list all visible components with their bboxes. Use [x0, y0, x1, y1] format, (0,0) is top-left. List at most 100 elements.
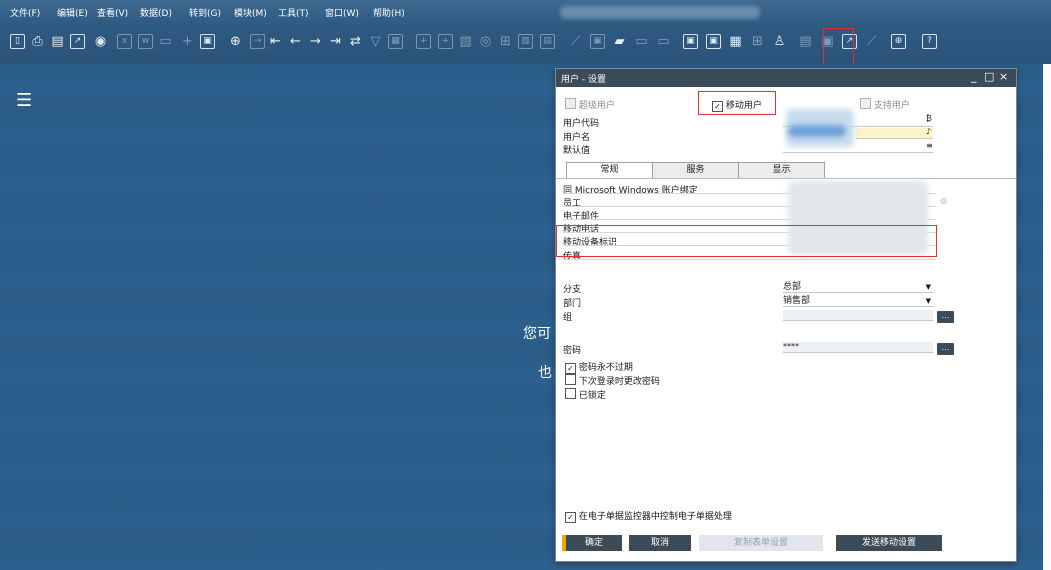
menu-icon[interactable]: ☰	[16, 92, 32, 110]
support-user-checkbox-box[interactable]	[860, 98, 871, 109]
superuser-checkbox-box[interactable]	[565, 98, 576, 109]
defaults-label: 默认值	[563, 146, 591, 156]
journal-icon[interactable]: ▧	[458, 34, 473, 49]
user-settings-icon[interactable]: ♙	[772, 34, 787, 49]
excel-icon[interactable]: x	[117, 34, 132, 49]
base-doc-icon[interactable]: +	[416, 34, 431, 49]
department-value: 销售部	[783, 296, 811, 306]
calculator-icon[interactable]: ▦	[728, 34, 743, 49]
minimize-icon[interactable]: _	[971, 70, 977, 84]
find-icon[interactable]: ⊕	[228, 34, 243, 49]
copy-form-settings-button[interactable]: 复制表单设置	[699, 535, 823, 551]
query-icon[interactable]: ▣	[683, 34, 698, 49]
user-name-field[interactable]	[856, 128, 933, 139]
department-label: 部门	[563, 299, 582, 309]
group-field[interactable]	[783, 310, 933, 321]
tab-services[interactable]: 服务	[652, 162, 739, 179]
print-icon[interactable]: ⎙	[30, 34, 45, 49]
previous-record-icon[interactable]: ←	[288, 34, 303, 49]
group-label: 组	[563, 313, 573, 323]
tab-general[interactable]: 常规	[566, 162, 653, 179]
cancel-button[interactable]: 取消	[629, 535, 691, 551]
einvoice-checkbox[interactable]: ✓ 在电子单据监控器中控制电子单据处理	[565, 509, 732, 523]
support-user-label: 支持用户	[873, 101, 910, 111]
menu-tools[interactable]: 工具(T)	[278, 6, 309, 19]
password-field[interactable]: ****	[783, 342, 933, 353]
menu-data[interactable]: 数据(D)	[140, 6, 172, 19]
last-record-icon[interactable]: ⇥	[328, 34, 343, 49]
drag-relate-icon[interactable]: ▤	[798, 34, 813, 49]
blurred-company-name	[560, 6, 760, 19]
add-icon[interactable]: +	[180, 34, 195, 49]
link-icon[interactable]: ₿	[926, 114, 932, 123]
web-icon[interactable]: ⊕	[891, 34, 906, 49]
locked-checkbox[interactable]: 已锁定	[565, 388, 606, 401]
einvoice-box[interactable]: ✓	[565, 512, 576, 523]
ok-button[interactable]: 确定	[566, 535, 622, 551]
email-doc-icon[interactable]: ▭	[158, 34, 173, 49]
einvoice-label: 在电子单据监控器中控制电子单据处理	[578, 512, 732, 522]
group-ellipsis-button[interactable]: …	[937, 311, 954, 323]
chat-icon[interactable]: ▭	[656, 34, 671, 49]
user-name-label: 用户名	[563, 133, 591, 143]
calendar-icon[interactable]: ▤	[50, 34, 65, 49]
target-doc-icon[interactable]: +	[438, 34, 453, 49]
message-icon[interactable]: ▭	[634, 34, 649, 49]
preview-icon[interactable]: ▯	[10, 34, 25, 49]
export-icon[interactable]: ↗	[70, 34, 85, 49]
layout-icon[interactable]: ▤	[540, 34, 555, 49]
department-select[interactable]: 销售部 ▼	[783, 296, 933, 307]
menu-help[interactable]: 帮助(H)	[373, 6, 405, 19]
signature-icon[interactable]: ⟋	[864, 34, 879, 49]
dialog-titlebar[interactable]: 用户 - 设置 _ □ ×	[556, 69, 1016, 87]
change-pw-label: 下次登录时更改密码	[578, 377, 660, 387]
branch-select[interactable]: 总部 ▼	[783, 282, 933, 293]
menu-file[interactable]: 文件(F)	[10, 6, 40, 19]
menu-modules[interactable]: 模块(M)	[234, 6, 267, 19]
menu-bar: 文件(F) 编辑(E) 查看(V) 数据(D) 转到(G) 模块(M) 工具(T…	[0, 0, 1051, 24]
maximize-icon[interactable]: □	[984, 70, 994, 84]
pw-never-expires-box[interactable]: ✓	[565, 363, 576, 374]
settings-doc-icon[interactable]: ▣	[200, 34, 215, 49]
first-record-icon[interactable]: ⇤	[268, 34, 283, 49]
refresh-icon[interactable]: ⇄	[348, 34, 363, 49]
superuser-checkbox[interactable]: 超级用户	[565, 98, 615, 111]
locked-box[interactable]	[565, 388, 576, 399]
org-icon[interactable]: ⊞	[750, 34, 765, 49]
mail-icon[interactable]: ◉	[93, 34, 108, 49]
blurred-user-name	[788, 125, 846, 137]
word-icon[interactable]: w	[138, 34, 153, 49]
payment-icon[interactable]: ◎	[478, 34, 493, 49]
next-record-icon[interactable]: →	[308, 34, 323, 49]
menu-edit[interactable]: 编辑(E)	[57, 6, 88, 19]
pick-icon[interactable]: ▣	[590, 34, 605, 49]
alert-icon[interactable]: ▣	[706, 34, 721, 49]
password-ellipsis-button[interactable]: …	[937, 343, 954, 355]
add-row-icon[interactable]: →	[250, 34, 265, 49]
change-pw-box[interactable]	[565, 374, 576, 385]
form-settings-icon[interactable]: ⟋	[568, 34, 583, 49]
mobile-fields-highlight-box	[556, 225, 937, 257]
sort-icon[interactable]: ▦	[388, 34, 403, 49]
desktop-edge	[1043, 64, 1051, 570]
info-icon[interactable]: ◎	[940, 196, 947, 205]
edit-icon[interactable]: ♪	[926, 127, 931, 136]
filter-icon[interactable]: ▽	[368, 34, 383, 49]
close-icon[interactable]: ×	[999, 70, 1008, 84]
help-icon[interactable]: ?	[922, 34, 937, 49]
gross-profit-icon[interactable]: ⊞	[498, 34, 513, 49]
send-mobile-settings-button[interactable]: 发送移动设置	[836, 535, 942, 551]
volume-weight-icon[interactable]: ▥	[518, 34, 533, 49]
change-pw-checkbox[interactable]: 下次登录时更改密码	[565, 374, 660, 387]
support-user-checkbox[interactable]: 支持用户	[860, 98, 910, 111]
msg-icon[interactable]: ▰	[612, 34, 627, 49]
dialog-title: 用户 - 设置	[561, 75, 606, 85]
menu-view[interactable]: 查看(V)	[97, 6, 128, 19]
pw-never-expires-checkbox[interactable]: ✓ 密码永不过期	[565, 360, 633, 374]
tab-display[interactable]: 显示	[738, 162, 825, 179]
list-icon[interactable]: ≡	[926, 141, 933, 150]
menu-goto[interactable]: 转到(G)	[189, 6, 221, 19]
menu-window[interactable]: 窗口(W)	[325, 6, 359, 19]
superuser-label: 超级用户	[578, 101, 615, 111]
email-label: 电子邮件	[563, 212, 600, 222]
